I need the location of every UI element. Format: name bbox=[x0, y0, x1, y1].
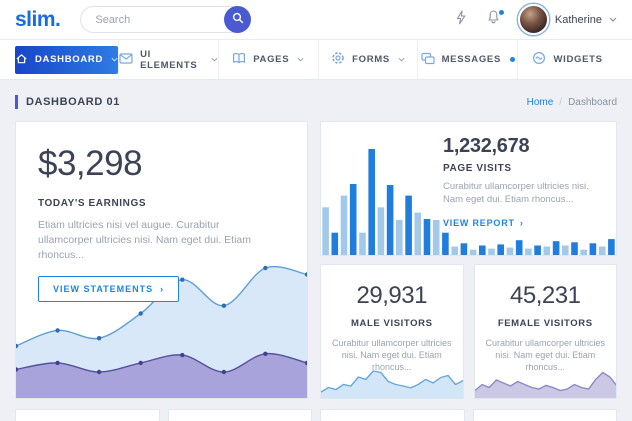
nav-label: UI ELEMENTS bbox=[140, 48, 198, 71]
nav-item-pages[interactable]: PAGES bbox=[219, 40, 318, 79]
search-icon bbox=[232, 12, 244, 27]
page-visits-label: PAGE VISITS bbox=[443, 163, 512, 174]
cards-grid: $3,298 TODAY'S EARNINGS Etiam ultricies … bbox=[15, 121, 617, 399]
new-users-card[interactable]: NEW USERS bbox=[320, 409, 465, 421]
view-statements-button[interactable]: VIEW STATEMENTS › bbox=[38, 276, 180, 302]
content-area: DASHBOARD 01 Home / Dashboard $3,298 TOD… bbox=[0, 80, 632, 421]
male-visitors-card: 29,931 MALE VISITORS Curabitur ullamcorp… bbox=[320, 264, 464, 399]
lightning-icon bbox=[454, 9, 468, 30]
chevron-down-icon bbox=[609, 17, 617, 22]
nav-item-ui-elements[interactable]: UI ELEMENTS bbox=[119, 40, 218, 79]
gear-icon bbox=[331, 51, 345, 68]
earnings-stat-card[interactable]: EARNINGS bbox=[472, 409, 617, 421]
male-visitors-sparkline bbox=[321, 360, 463, 398]
male-visitors-label: MALE VISITORS bbox=[350, 318, 433, 329]
view-report-link[interactable]: VIEW REPORT › bbox=[443, 218, 524, 228]
impressions-card[interactable]: IMPRESSIONS bbox=[15, 409, 160, 421]
chevron-down-icon bbox=[297, 57, 304, 62]
nav-label: DASHBOARD bbox=[35, 54, 104, 65]
envelope-icon bbox=[119, 52, 133, 67]
nav-item-dashboard[interactable]: DASHBOARD bbox=[15, 45, 119, 74]
nav-label: FORMS bbox=[352, 54, 390, 65]
widgets-icon bbox=[532, 51, 546, 68]
earnings-value: $3,298 bbox=[38, 144, 143, 183]
bottom-stats-row: IMPRESSIONS PAGE VIEWS NEW USERS EARNING… bbox=[15, 409, 617, 421]
male-visitors-value: 29,931 bbox=[356, 282, 428, 309]
chevron-right-icon: › bbox=[519, 218, 524, 228]
page-visits-card: 1,232,678 PAGE VISITS Curabitur ullamcor… bbox=[320, 121, 617, 256]
main-nav: DASHBOARD UI ELEMENTS PAGES FORMS MESSAG… bbox=[0, 40, 632, 80]
search-box bbox=[80, 6, 252, 33]
earnings-card: $3,298 TODAY'S EARNINGS Etiam ultricies … bbox=[15, 121, 308, 399]
unread-dot bbox=[510, 57, 516, 62]
title-accent-bar bbox=[15, 95, 18, 109]
chevron-down-icon bbox=[211, 57, 218, 62]
activity-button[interactable] bbox=[452, 9, 470, 30]
earnings-description: Etiam ultricies nisi vel augue. Curabitu… bbox=[38, 219, 251, 261]
search-button[interactable] bbox=[224, 6, 252, 33]
female-visitors-card: 45,231 FEMALE VISITORS Curabitur ullamco… bbox=[473, 264, 617, 399]
nav-label: WIDGETS bbox=[553, 54, 603, 65]
breadcrumb-home-link[interactable]: Home bbox=[527, 97, 554, 108]
nav-item-widgets[interactable]: WIDGETS bbox=[518, 40, 617, 79]
nav-label: PAGES bbox=[253, 54, 290, 65]
page-header: DASHBOARD 01 Home / Dashboard bbox=[15, 90, 617, 114]
breadcrumb-current: Dashboard bbox=[568, 96, 617, 108]
user-name: Katherine bbox=[554, 13, 602, 26]
page-title: DASHBOARD 01 bbox=[15, 95, 120, 109]
female-visitors-sparkline bbox=[474, 360, 617, 398]
app-logo[interactable]: slim. bbox=[15, 8, 61, 32]
chat-icon bbox=[420, 52, 435, 68]
notifications-button[interactable] bbox=[485, 9, 504, 29]
chevron-right-icon: › bbox=[160, 284, 165, 294]
chevron-down-icon bbox=[111, 57, 118, 62]
female-visitors-label: FEMALE VISITORS bbox=[497, 318, 593, 329]
page-visits-description: Curabitur ullamcorper ultricies nisi. Na… bbox=[443, 181, 589, 205]
book-icon bbox=[232, 52, 246, 67]
home-icon bbox=[15, 52, 28, 68]
avatar bbox=[517, 4, 549, 35]
user-menu[interactable]: Katherine bbox=[517, 4, 617, 35]
notification-dot bbox=[498, 9, 504, 15]
breadcrumb-separator: / bbox=[559, 96, 563, 108]
nav-item-forms[interactable]: FORMS bbox=[319, 40, 418, 79]
page-visits-value: 1,232,678 bbox=[443, 135, 530, 157]
earnings-label: TODAY'S EARNINGS bbox=[38, 198, 147, 209]
breadcrumb: Home / Dashboard bbox=[527, 97, 617, 108]
nav-item-messages[interactable]: MESSAGES bbox=[418, 40, 517, 79]
topbar-actions: Katherine bbox=[452, 4, 617, 35]
page-views-card[interactable]: PAGE VIEWS bbox=[167, 409, 312, 421]
chevron-down-icon bbox=[398, 57, 405, 62]
dashboard-page: slim. Katherine bbox=[0, 0, 632, 421]
nav-label: MESSAGES bbox=[441, 54, 502, 65]
female-visitors-value: 45,231 bbox=[510, 282, 581, 309]
topbar: slim. Katherine bbox=[0, 0, 632, 40]
